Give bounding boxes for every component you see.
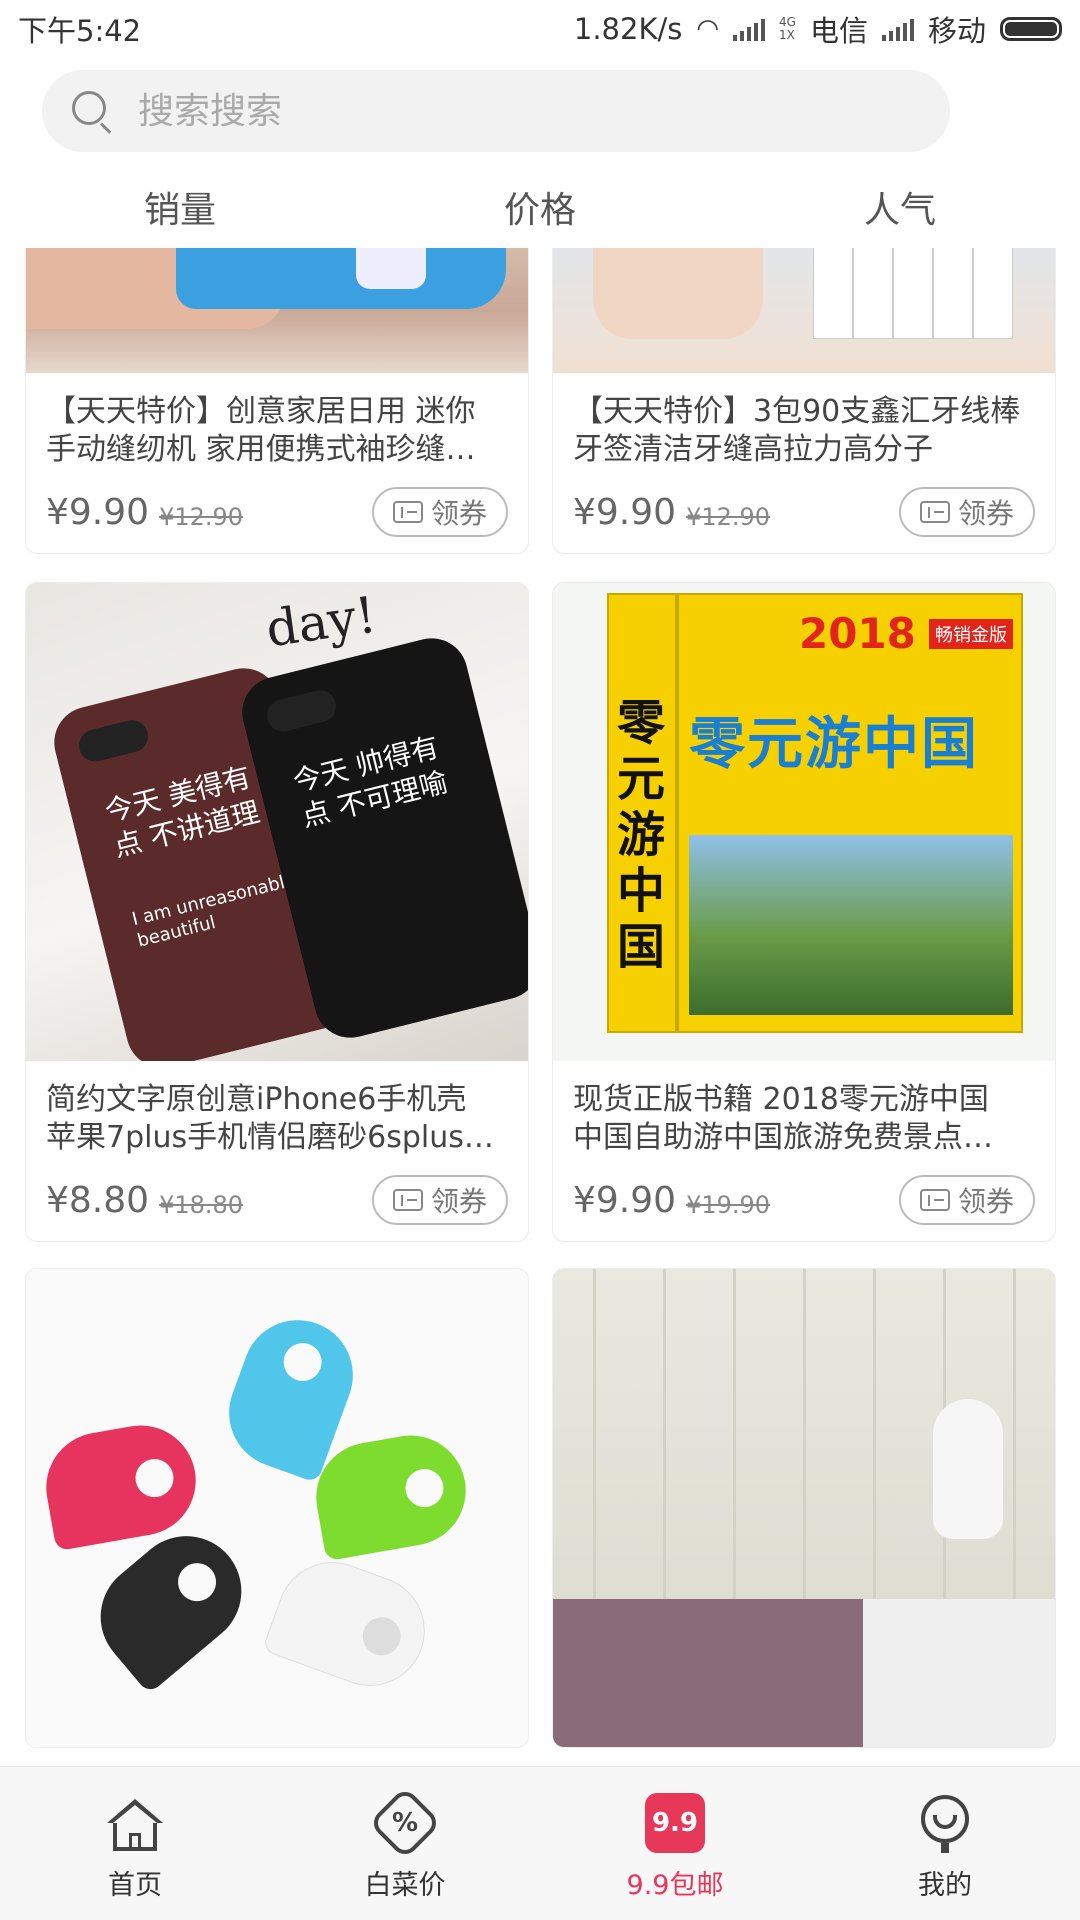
network-speed: 1.82K/s (573, 12, 683, 46)
nav-label: 白菜价 (364, 1870, 446, 1901)
home-icon (103, 1791, 167, 1855)
original-price: ¥18.80 (159, 1191, 244, 1219)
ticket-icon (919, 1189, 950, 1211)
product-image (26, 248, 528, 373)
coupon-button[interactable]: 领券 (372, 1175, 508, 1225)
nav-label: 我的 (918, 1870, 972, 1901)
product-grid: 【天天特价】创意家居日用 迷你 手动缝纫机 家用便携式袖珍缝… ¥9.90 ¥1… (0, 248, 1080, 1768)
price: ¥9.90 (573, 1179, 677, 1221)
nav-discount[interactable]: % 白菜价 (270, 1767, 540, 1920)
product-image: 零元游中国 2018 畅销金版 零元游中国 (553, 583, 1055, 1061)
product-card[interactable]: 【天天特价】3包90支鑫汇牙线棒 牙签清洁牙缝高拉力高分子 ¥9.90 ¥12.… (552, 248, 1056, 554)
product-image (26, 1269, 528, 1747)
nav-label: 9.9包邮 (626, 1870, 724, 1901)
sort-tabs: 销量 价格 人气 (0, 172, 1080, 242)
nav-free-shipping[interactable]: 9.9 9.9包邮 (540, 1767, 810, 1920)
original-price: ¥12.90 (686, 503, 771, 531)
ticket-icon (392, 501, 423, 523)
discount-icon: % (368, 1786, 442, 1860)
nav-profile[interactable]: 我的 (810, 1767, 1080, 1920)
tab-sales[interactable]: 销量 (0, 181, 360, 233)
bottom-nav: 首页 % 白菜价 9.9 9.9包邮 我的 (0, 1766, 1080, 1920)
carrier-1: 电信 (809, 14, 868, 48)
nav-home[interactable]: 首页 (0, 1767, 270, 1920)
price-row: ¥9.90 ¥19.90 领券 (553, 1159, 1055, 1241)
product-image: day! 今天 美得有点 不讲道理 I am unreasonably beau… (26, 583, 528, 1061)
wifi-icon: ◠ (696, 14, 720, 44)
product-card[interactable]: 零元游中国 2018 畅销金版 零元游中国 现货正版书籍 2018零元游中国 中… (552, 582, 1056, 1242)
product-image (553, 248, 1055, 373)
bag-9.9-icon: 9.9 (643, 1791, 707, 1855)
original-price: ¥19.90 (686, 1191, 771, 1219)
product-title: 现货正版书籍 2018零元游中国 中国自助游中国旅游免费景点… (573, 1082, 993, 1155)
price-row: ¥9.90 ¥12.90 领券 (553, 471, 1055, 553)
product-title: 【天天特价】3包90支鑫汇牙线棒 牙签清洁牙缝高拉力高分子 (573, 394, 1021, 467)
ticket-icon (919, 501, 950, 523)
tab-popularity[interactable]: 人气 (720, 181, 1080, 233)
battery-icon (1000, 17, 1062, 41)
status-indicators: 1.82K/s ◠ 4G 1X 电信 移动 (574, 8, 1062, 50)
coupon-button[interactable]: 领券 (899, 1175, 1035, 1225)
product-card[interactable] (25, 1268, 529, 1748)
product-title: 简约文字原创意iPhone6手机壳 苹果7plus手机情侣磨砂6splus… (46, 1082, 494, 1155)
tab-price[interactable]: 价格 (360, 181, 720, 233)
product-card[interactable] (552, 1268, 1056, 1748)
status-bar: 下午5:42 1.82K/s ◠ 4G 1X 电信 移动 (0, 0, 1080, 58)
price: ¥9.90 (46, 491, 150, 533)
signal-icon-2 (881, 17, 914, 41)
price-row: ¥8.80 ¥18.80 领券 (26, 1159, 528, 1241)
nav-label: 首页 (108, 1870, 162, 1901)
search-bar[interactable] (42, 70, 950, 152)
original-price: ¥12.90 (159, 503, 244, 531)
app-root: 下午5:42 1.82K/s ◠ 4G1X 电信 移动 销量 价格 人气 (0, 0, 1080, 1920)
product-image (553, 1269, 1055, 1747)
signal-icon-1 (733, 17, 766, 41)
network-type: 4G 1X (779, 15, 796, 42)
product-title: 【天天特价】创意家居日用 迷你 手动缝纫机 家用便携式袖珍缝… (46, 394, 476, 467)
status-time: 下午5:42 (18, 14, 142, 48)
coupon-button[interactable]: 领券 (899, 487, 1035, 537)
product-card[interactable]: 【天天特价】创意家居日用 迷你 手动缝纫机 家用便携式袖珍缝… ¥9.90 ¥1… (25, 248, 529, 554)
price-row: ¥9.90 ¥12.90 领券 (26, 471, 528, 553)
ticket-icon (392, 1189, 423, 1211)
search-input[interactable] (138, 90, 898, 132)
coupon-button[interactable]: 领券 (372, 487, 508, 537)
product-card[interactable]: day! 今天 美得有点 不讲道理 I am unreasonably beau… (25, 582, 529, 1242)
price: ¥8.80 (46, 1179, 150, 1221)
price: ¥9.90 (573, 491, 677, 533)
carrier-2: 移动 (927, 14, 986, 48)
search-icon (70, 89, 114, 134)
profile-icon (913, 1791, 977, 1855)
